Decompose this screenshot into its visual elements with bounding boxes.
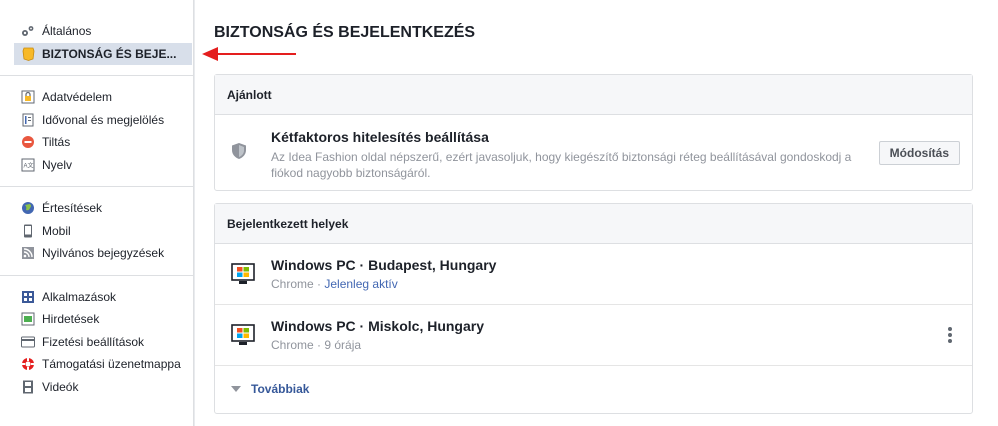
sidebar-item-label: Fizetési beállítások <box>42 334 145 349</box>
sidebar-item-videos[interactable]: Videók <box>0 376 193 399</box>
apps-icon <box>20 289 36 305</box>
session-info: Windows PC · Budapest, Hungary Chrome · … <box>271 257 496 291</box>
mobile-icon <box>20 223 36 239</box>
session-subtitle: Chrome · Jelenleg aktív <box>271 277 496 291</box>
sidebar-item-apps[interactable]: Alkalmazások <box>0 286 193 309</box>
session-browser: Chrome <box>271 277 314 291</box>
svg-text:A文: A文 <box>24 161 34 169</box>
caret-down-icon <box>231 386 241 392</box>
nav-group-notifications: Értesítések Mobil Nyilvános bejegyzések <box>0 187 193 276</box>
sidebar-item-blocking[interactable]: Tiltás <box>0 131 193 154</box>
session-info: Windows PC · Miskolc, Hungary Chrome · 9… <box>271 318 484 352</box>
privacy-lock-icon <box>20 89 36 105</box>
windows-pc-icon <box>231 324 255 345</box>
lifebuoy-icon <box>20 356 36 372</box>
block-icon <box>20 134 36 150</box>
session-separator: · <box>313 277 325 291</box>
rss-icon <box>20 245 36 261</box>
two-factor-description: Az Idea Fashion oldal népszerű, ezért ja… <box>271 150 852 180</box>
nav-group-general: Általános BIZTONSÁG ÉS BEJE... <box>0 0 193 76</box>
sidebar-item-label: Adatvédelem <box>42 90 113 105</box>
nav-group-apps: Alkalmazások Hirdetések Fizetési beállít… <box>0 276 193 403</box>
sidebar-item-label: Támogatási üzenetmappa <box>42 357 181 372</box>
nav-group-privacy: Adatvédelem Idővonal és megjelölés Tiltá… <box>0 76 193 187</box>
sidebar-item-security[interactable]: BIZTONSÁG ÉS BEJE... <box>14 42 192 65</box>
two-factor-row: Kétfaktoros hitelesítés beállítása Az Id… <box>215 115 972 181</box>
session-browser: Chrome <box>271 338 314 352</box>
windows-pc-icon <box>231 263 255 284</box>
sidebar-item-label: Nyelv <box>42 157 73 172</box>
settings-sidebar: Általános BIZTONSÁG ÉS BEJE... Adatvédel… <box>0 0 194 426</box>
session-row[interactable]: Windows PC · Budapest, Hungary Chrome · … <box>215 244 972 305</box>
sidebar-item-label: Nyilvános bejegyzések <box>42 246 165 261</box>
sidebar-item-language[interactable]: A文 Nyelv <box>0 154 193 177</box>
two-factor-text: Kétfaktoros hitelesítés beállítása Az Id… <box>271 129 861 181</box>
shield-badge-icon <box>20 46 36 62</box>
timeline-icon <box>20 112 36 128</box>
credit-card-icon <box>20 334 36 350</box>
shield-icon <box>231 142 255 181</box>
more-options-icon[interactable] <box>946 325 954 345</box>
edit-two-factor-button[interactable]: Módosítás <box>878 141 960 165</box>
sidebar-item-label: Alkalmazások <box>42 289 117 304</box>
sidebar-item-label: Videók <box>42 379 79 394</box>
sidebar-item-public-posts[interactable]: Nyilvános bejegyzések <box>0 242 193 265</box>
session-status: 9 órája <box>324 338 362 352</box>
session-title: Windows PC · Miskolc, Hungary <box>271 318 485 334</box>
gears-icon <box>20 23 36 39</box>
sessions-header: Bejelentkezett helyek <box>215 204 972 244</box>
sidebar-item-ads[interactable]: Hirdetések <box>0 308 193 331</box>
sessions-card: Bejelentkezett helyek Windows PC · Budap… <box>214 203 973 414</box>
sidebar-item-payments[interactable]: Fizetési beállítások <box>0 331 193 354</box>
sidebar-item-label: Mobil <box>42 223 71 238</box>
session-title: Windows PC · Budapest, Hungary <box>271 257 497 273</box>
film-icon <box>20 379 36 395</box>
sidebar-item-label: Idővonal és megjelölés <box>42 112 165 127</box>
ads-icon <box>20 311 36 327</box>
sidebar-item-timeline[interactable]: Idővonal és megjelölés <box>0 109 193 132</box>
recommended-header: Ajánlott <box>215 75 972 115</box>
sidebar-item-label: Általános <box>42 24 92 39</box>
sidebar-item-privacy[interactable]: Adatvédelem <box>0 86 193 109</box>
sidebar-item-label: Értesítések <box>42 201 103 216</box>
session-row[interactable]: Windows PC · Miskolc, Hungary Chrome · 9… <box>215 305 972 366</box>
sidebar-item-general[interactable]: Általános <box>0 20 193 43</box>
see-more-link[interactable]: Továbbiak <box>215 366 972 412</box>
session-separator: · <box>313 338 325 352</box>
sidebar-item-notifications[interactable]: Értesítések <box>0 197 193 220</box>
page-title: BIZTONSÁG ÉS BEJELENTKEZÉS <box>214 24 476 41</box>
recommended-card: Ajánlott Kétfaktoros hitelesítés beállít… <box>214 74 973 191</box>
globe-icon <box>20 200 36 216</box>
two-factor-title: Kétfaktoros hitelesítés beállítása <box>271 129 489 145</box>
sidebar-item-mobile[interactable]: Mobil <box>0 220 193 243</box>
sidebar-item-label: Hirdetések <box>42 312 100 327</box>
sidebar-item-label: Tiltás <box>42 135 71 150</box>
sidebar-item-support-inbox[interactable]: Támogatási üzenetmappa <box>0 353 193 376</box>
language-icon: A文 <box>20 157 36 173</box>
session-subtitle: Chrome · 9 órája <box>271 338 484 352</box>
sidebar-item-label: BIZTONSÁG ÉS BEJE... <box>42 46 177 61</box>
annotation-arrow-icon <box>202 47 296 61</box>
session-status: Jelenleg aktív <box>324 277 398 291</box>
see-more-label: Továbbiak <box>251 382 310 396</box>
